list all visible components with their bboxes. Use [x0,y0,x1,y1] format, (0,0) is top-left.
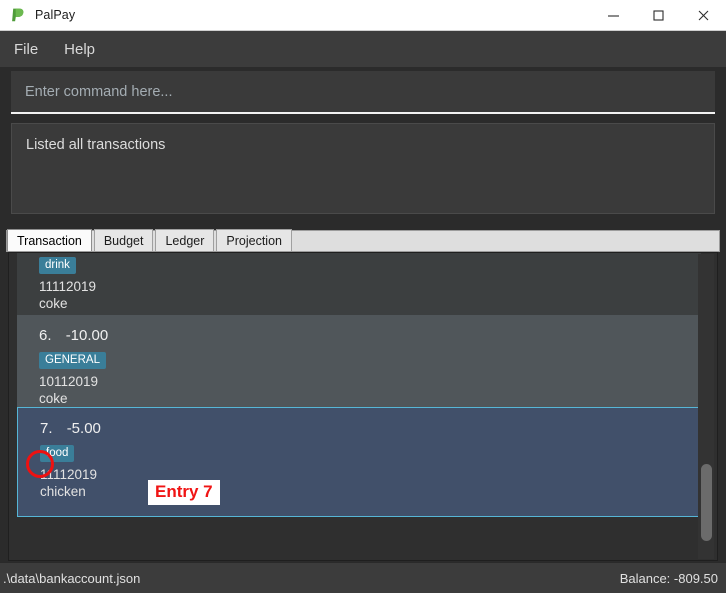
annotation-label-entry-7: Entry 7 [148,480,220,505]
transaction-amount: -10.00 [65,327,109,344]
minimize-button[interactable] [591,0,636,30]
transaction-head: 6. -10.00 [39,327,701,344]
status-file-path: .\data\bankaccount.json [3,570,141,586]
transaction-list-item-selected[interactable]: 7. -5.00 food 11112019 chicken [17,407,701,517]
menubar: File Help [0,31,726,67]
transaction-list-item[interactable]: 5. -100.00 drink 11112019 coke [17,253,701,315]
app-title: PalPay [35,8,76,22]
transaction-description: chicken [40,484,86,499]
tab-projection[interactable]: Projection [216,229,292,251]
transaction-tag: drink [39,257,76,274]
transaction-number: 7. [40,420,53,437]
transaction-date: 11112019 [40,467,98,482]
tab-strip: Transaction Budget Ledger Projection [6,229,720,252]
transaction-list-panel: 5. -100.00 drink 11112019 coke 6. -10.00… [8,252,718,561]
close-button[interactable] [681,0,726,30]
transaction-list-item[interactable]: 6. -10.00 GENERAL 10112019 coke [17,315,701,407]
tab-budget[interactable]: Budget [93,229,154,251]
list-scrollbar[interactable] [698,254,714,559]
status-balance: Balance: -809.50 [619,570,718,586]
transaction-description: coke [39,296,68,311]
maximize-button[interactable] [636,0,681,30]
command-input-container[interactable] [11,71,715,114]
palpay-window: PalPay File Help Listed all transactions… [0,0,726,593]
transaction-tag: GENERAL [39,352,106,369]
tab-transaction[interactable]: Transaction [7,229,92,251]
palpay-logo-icon [9,6,27,24]
menu-file[interactable]: File [14,41,38,58]
transaction-head: 7. -5.00 [40,420,700,437]
menu-help[interactable]: Help [64,41,95,58]
tab-ledger[interactable]: Ledger [155,229,215,251]
list-scrollbar-thumb[interactable] [701,464,712,541]
transaction-amount: -5.00 [66,420,101,437]
command-input[interactable] [11,83,715,100]
transaction-date: 11112019 [39,279,97,294]
transaction-number: 6. [39,327,52,344]
window-controls [591,0,726,30]
statusbar: .\data\bankaccount.json Balance: -809.50 [0,562,726,593]
transaction-tag: food [40,445,75,462]
titlebar-left: PalPay [0,6,591,24]
transaction-description: coke [39,391,68,406]
result-message: Listed all transactions [26,137,166,153]
transaction-date: 10112019 [39,374,99,389]
transaction-list: 5. -100.00 drink 11112019 coke 6. -10.00… [17,253,701,560]
titlebar: PalPay [0,0,726,31]
result-display-panel: Listed all transactions [11,123,715,214]
